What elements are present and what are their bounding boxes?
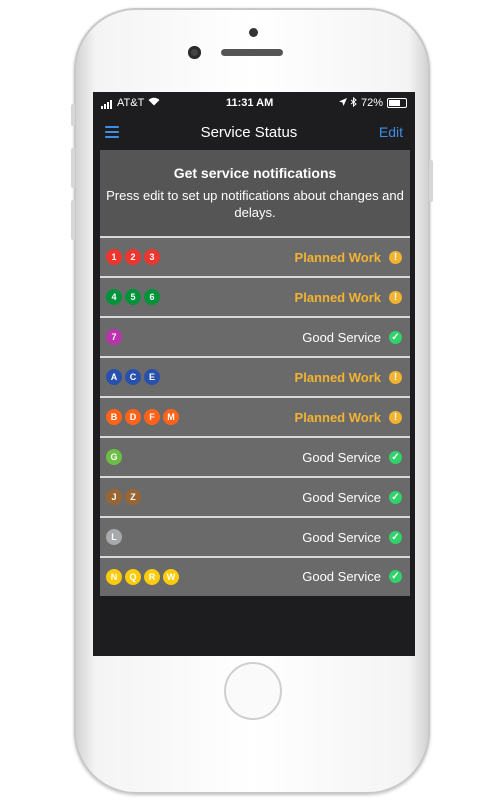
- route-bullet: B: [106, 409, 122, 425]
- top-camera-dot: [249, 28, 258, 37]
- route-bullet: 4: [106, 289, 122, 305]
- menu-icon[interactable]: [105, 126, 119, 138]
- line-status-row[interactable]: 7 Good Service ✓: [100, 316, 410, 356]
- battery-percent: 72%: [360, 97, 383, 109]
- status-group: Good Service ✓: [302, 490, 402, 505]
- checkmark-icon: ✓: [389, 530, 402, 544]
- status-group: Good Service ✓: [302, 569, 402, 584]
- route-bullet: 6: [144, 289, 160, 305]
- line-status-row[interactable]: A C E Planned Work!: [100, 356, 410, 396]
- power-button: [429, 160, 433, 202]
- status-bar: AT&T 11:31 AM 72%: [93, 92, 415, 114]
- home-button[interactable]: [224, 662, 282, 720]
- route-bullets: BDFM: [106, 409, 179, 425]
- wifi-icon: [148, 97, 160, 109]
- line-status-row[interactable]: 1 2 3 Planned Work!: [100, 236, 410, 276]
- edit-button[interactable]: Edit: [379, 124, 403, 140]
- status-text: Planned Work: [294, 289, 381, 305]
- route-bullets: L: [106, 529, 122, 545]
- status-text: Good Service: [302, 489, 381, 505]
- route-bullet: 1: [106, 249, 122, 265]
- route-bullet: Q: [125, 568, 141, 585]
- warning-icon: !: [389, 370, 402, 384]
- clock: 11:31 AM: [225, 97, 274, 109]
- status-text: Good Service: [302, 529, 381, 545]
- checkmark-icon: ✓: [389, 330, 402, 344]
- route-bullets: ACE: [106, 369, 160, 385]
- bluetooth-icon: [350, 96, 357, 110]
- route-bullets: G: [106, 449, 122, 465]
- route-bullet: F: [144, 409, 160, 425]
- line-status-row[interactable]: N Q R W Good Service ✓: [100, 556, 410, 596]
- status-group: Planned Work!: [295, 370, 402, 385]
- route-bullet: M: [163, 409, 179, 425]
- banner-title: Get service notifications: [173, 165, 337, 181]
- status-group: Planned Work!: [295, 250, 402, 265]
- route-bullets: 123: [106, 249, 160, 265]
- route-bullet: W: [163, 568, 179, 585]
- page-title: Service Status: [200, 123, 298, 141]
- line-status-row[interactable]: L Good Service ✓: [100, 516, 410, 556]
- notifications-banner: Get service notifications Press edit to …: [100, 150, 410, 236]
- status-text: Good Service: [302, 569, 381, 584]
- status-text: Good Service: [302, 449, 381, 465]
- status-group: Planned Work!: [295, 290, 402, 305]
- checkmark-icon: ✓: [389, 570, 402, 583]
- status-text: Good Service: [302, 329, 381, 345]
- route-bullet: D: [125, 409, 141, 425]
- route-bullet: 5: [125, 289, 141, 305]
- route-bullet: 2: [125, 249, 141, 265]
- route-bullet: 3: [144, 249, 160, 265]
- route-bullets: 7: [106, 329, 122, 345]
- status-text: Planned Work: [294, 409, 381, 425]
- route-bullets: 456: [106, 289, 160, 305]
- route-bullet: N: [106, 568, 122, 585]
- app-screen: AT&T 11:31 AM 72% Service Status Edit Ge…: [93, 92, 415, 656]
- status-text: Planned Work: [294, 369, 381, 385]
- status-text: Planned Work: [294, 249, 381, 265]
- carrier-label: AT&T: [117, 97, 145, 109]
- banner-body: Press edit to set up notifications about…: [106, 188, 404, 220]
- status-group: Planned Work!: [295, 410, 402, 425]
- line-status-row[interactable]: 4 5 6 Planned Work!: [100, 276, 410, 316]
- warning-icon: !: [389, 410, 402, 424]
- volume-down-button: [71, 200, 75, 240]
- status-group: Good Service ✓: [302, 330, 402, 345]
- line-status-row[interactable]: J Z Good Service ✓: [100, 476, 410, 516]
- service-status-list: 1 2 3 Planned Work! 4 5 6 Planned Work! 7 Good Se…: [100, 236, 410, 596]
- checkmark-icon: ✓: [389, 450, 402, 464]
- route-bullets: NQRW: [106, 568, 179, 585]
- line-status-row[interactable]: G Good Service ✓: [100, 436, 410, 476]
- mute-switch: [71, 104, 75, 126]
- warning-icon: !: [389, 250, 402, 264]
- volume-up-button: [71, 148, 75, 188]
- battery-icon: [387, 98, 407, 108]
- signal-icon: [101, 97, 113, 109]
- route-bullet: R: [144, 568, 160, 585]
- route-bullet: 7: [106, 329, 122, 345]
- front-camera: [188, 46, 201, 59]
- route-bullet: L: [106, 529, 122, 545]
- route-bullet: G: [106, 449, 122, 465]
- route-bullet: E: [144, 369, 160, 385]
- line-status-row[interactable]: B D F M Planned Work!: [100, 396, 410, 436]
- earpiece-speaker: [221, 49, 283, 56]
- route-bullet: J: [106, 489, 122, 505]
- route-bullet: A: [106, 369, 122, 385]
- nav-bar: Service Status Edit: [93, 114, 415, 150]
- location-icon: [338, 97, 347, 109]
- status-group: Good Service ✓: [302, 530, 402, 545]
- checkmark-icon: ✓: [389, 490, 402, 504]
- route-bullet: C: [125, 369, 141, 385]
- warning-icon: !: [389, 290, 402, 304]
- status-group: Good Service ✓: [302, 450, 402, 465]
- route-bullets: JZ: [106, 489, 141, 505]
- route-bullet: Z: [125, 489, 141, 505]
